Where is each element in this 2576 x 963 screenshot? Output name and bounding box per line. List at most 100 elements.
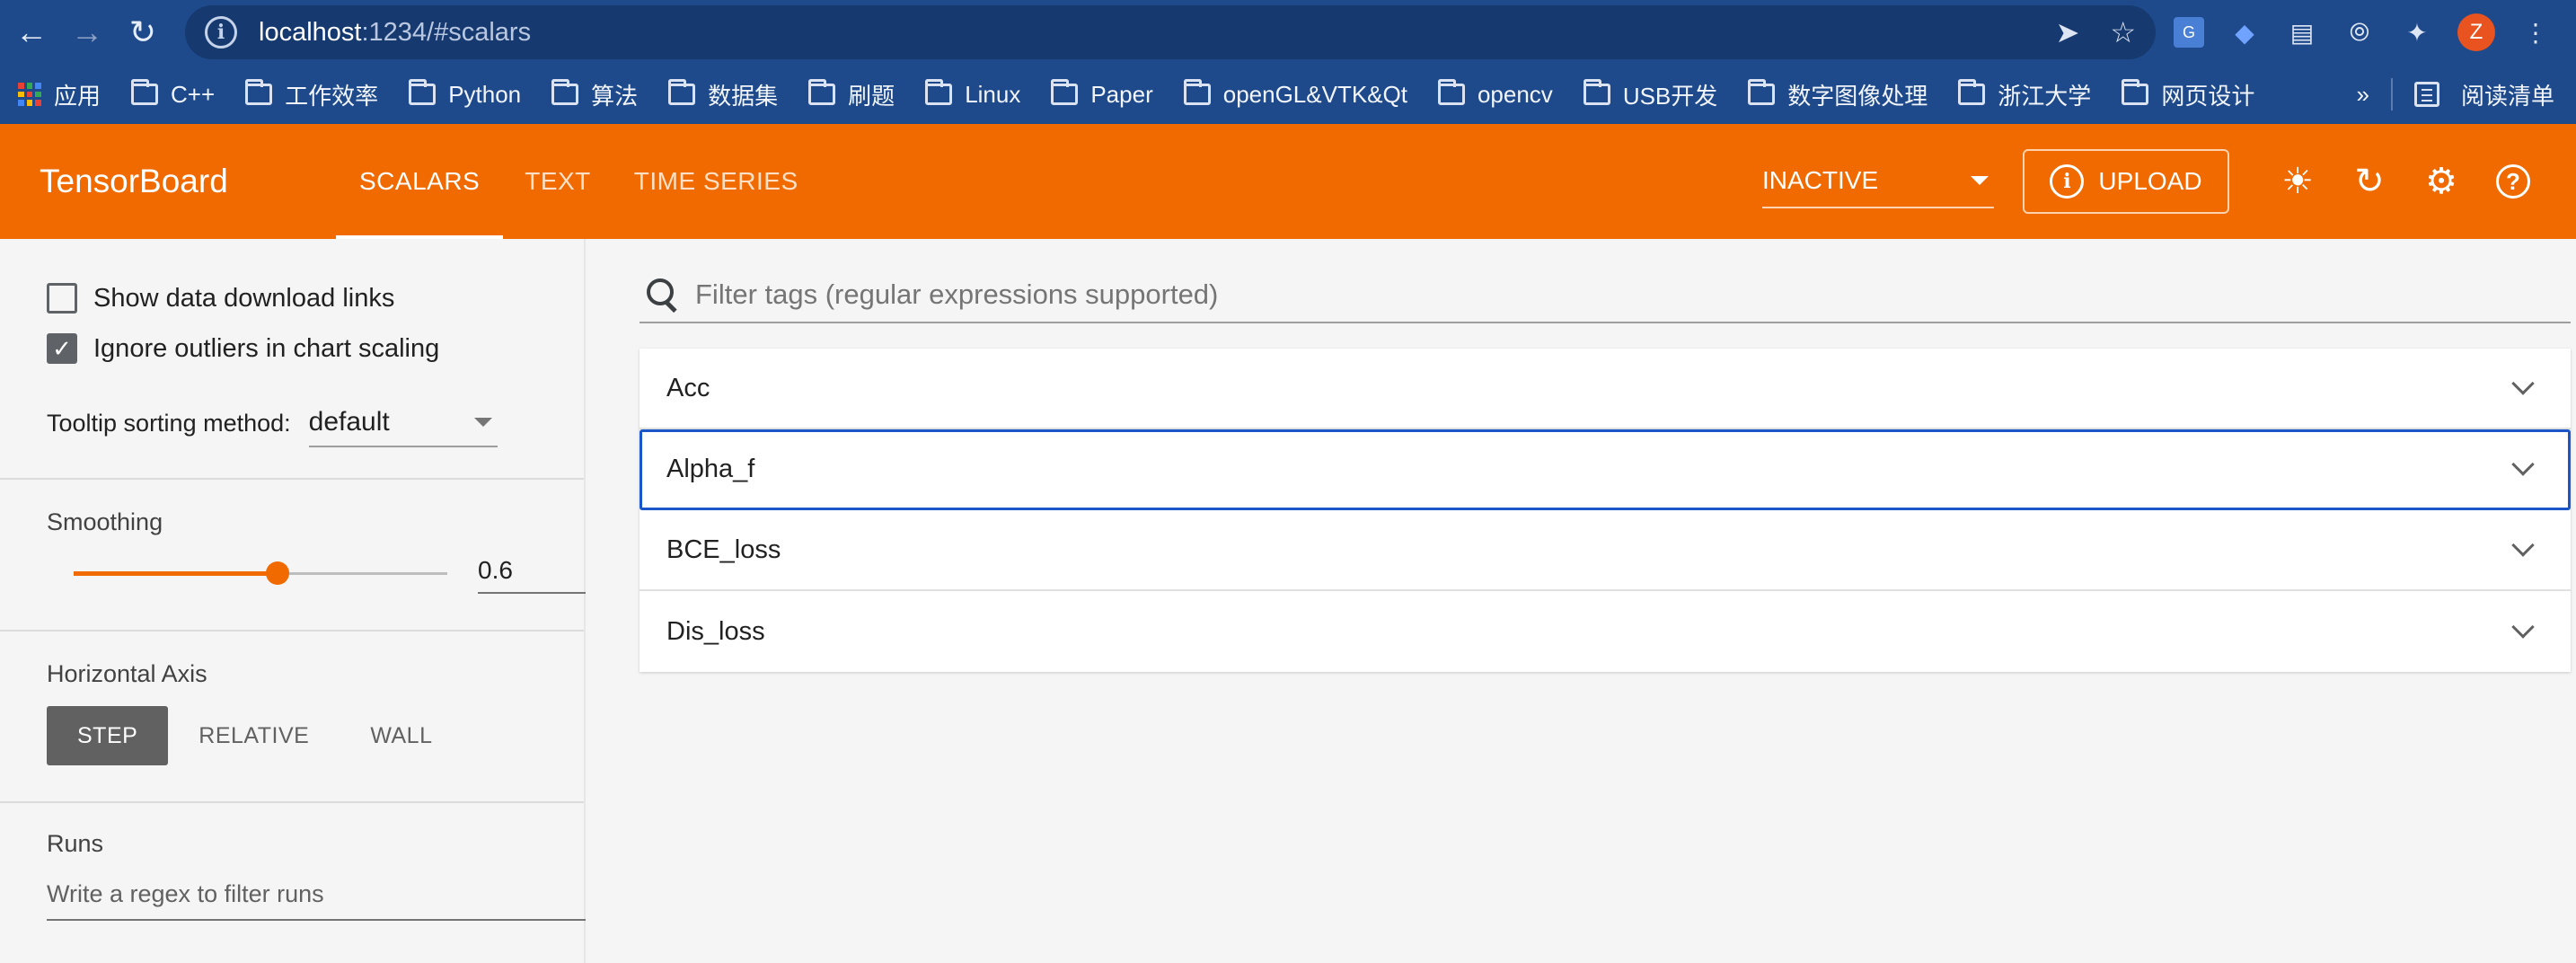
- forward-arrow-icon[interactable]: →: [59, 4, 115, 60]
- url-text[interactable]: localhost:1234/#scalars: [259, 18, 531, 48]
- help-icon[interactable]: ?: [2477, 146, 2549, 217]
- bookmark-label: openGL&VTK&Qt: [1222, 80, 1407, 108]
- address-bar-row: ← → ↻ i localhost:1234/#scalars ➤ ☆ G ◆ …: [0, 0, 2576, 65]
- show-download-links-checkbox[interactable]: [47, 283, 77, 314]
- tab-text[interactable]: TEXT: [503, 124, 613, 239]
- slider-fill: [74, 571, 278, 576]
- show-download-links-label: Show data download links: [93, 283, 395, 313]
- runs-section: Runs Write a regex to filter runs: [0, 803, 586, 921]
- bookmark-folder[interactable]: C++: [131, 79, 215, 109]
- browser-chrome: ← → ↻ i localhost:1234/#scalars ➤ ☆ G ◆ …: [0, 0, 2576, 124]
- smoothing-value-input[interactable]: 0.6: [478, 549, 586, 594]
- bookmark-folder[interactable]: 网页设计: [2122, 78, 2254, 111]
- back-arrow-icon[interactable]: ←: [4, 4, 59, 60]
- bookmark-folder[interactable]: 数字图像处理: [1748, 78, 1928, 111]
- upload-button[interactable]: i UPLOAD: [2023, 149, 2229, 214]
- brand-title[interactable]: TensorBoard: [40, 163, 300, 200]
- tag-group-bce-loss[interactable]: BCE_loss: [640, 510, 2571, 591]
- horizontal-axis-title: Horizontal Axis: [47, 660, 207, 687]
- bookmark-folder[interactable]: USB开发: [1583, 78, 1718, 111]
- display-options-section: Show data download links ✓ Ignore outlie…: [0, 239, 584, 480]
- tooltip-sorting-select[interactable]: default: [308, 399, 498, 447]
- chevron-down-icon[interactable]: [2511, 615, 2535, 639]
- bookmark-label: 网页设计: [2161, 82, 2255, 110]
- tooltip-sorting-row: Tooltip sorting method: default: [47, 392, 584, 455]
- folder-icon: [131, 79, 159, 105]
- browser-menu-icon[interactable]: ⋮: [2519, 15, 2553, 49]
- show-download-links-row[interactable]: Show data download links: [47, 273, 584, 323]
- upload-label: UPLOAD: [2098, 167, 2202, 195]
- chevron-down-icon[interactable]: [2511, 534, 2535, 557]
- folder-icon: [1051, 79, 1079, 105]
- extension-card-icon[interactable]: ▤: [2285, 15, 2319, 49]
- more-bookmarks-button[interactable]: »: [2357, 81, 2369, 109]
- tag-group-label: BCE_loss: [666, 535, 781, 564]
- bookmark-folder[interactable]: 数据集: [668, 78, 778, 111]
- tab-scalars[interactable]: SCALARS: [336, 124, 504, 239]
- bookmarks-bar: 应用 C++ 工作效率 Python 算法 数据集 刷题 Linux Paper…: [0, 65, 2576, 124]
- bookmark-label: 刷题: [848, 82, 895, 110]
- bookmark-folder[interactable]: openGL&VTK&Qt: [1183, 79, 1407, 109]
- info-icon: i: [2050, 164, 2085, 199]
- tag-group-dis-loss[interactable]: Dis_loss: [640, 591, 2571, 672]
- bookmark-folder[interactable]: 浙江大学: [1958, 78, 2091, 111]
- bookmark-apps[interactable]: 应用: [18, 78, 101, 111]
- axis-option-wall[interactable]: WALL: [340, 706, 463, 765]
- ignore-outliers-checkbox[interactable]: ✓: [47, 333, 77, 364]
- dashboard-tabs: SCALARS TEXT TIME SERIES: [300, 124, 820, 239]
- omnibox-actions: ➤ ☆: [2056, 5, 2137, 59]
- tag-group-label: Dis_loss: [666, 616, 765, 646]
- omnibox[interactable]: i localhost:1234/#scalars ➤ ☆: [185, 5, 2156, 59]
- smoothing-slider[interactable]: 0.6: [47, 536, 586, 608]
- tag-group-label: Alpha_f: [666, 454, 755, 483]
- bookmark-folder[interactable]: Python: [409, 79, 521, 109]
- tag-group-acc[interactable]: Acc: [640, 349, 2571, 429]
- bookmark-label: USB开发: [1622, 82, 1718, 110]
- bookmarks-divider: [2390, 78, 2393, 110]
- bookmark-label: 工作效率: [285, 82, 379, 110]
- send-icon[interactable]: ➤: [2056, 15, 2080, 49]
- axis-option-relative[interactable]: RELATIVE: [168, 706, 340, 765]
- bookmark-label: 算法: [591, 82, 639, 110]
- caret-down-icon: [1971, 176, 1989, 185]
- slider-thumb[interactable]: [266, 561, 289, 585]
- extensions-puzzle-icon[interactable]: ✦: [2400, 15, 2434, 49]
- translate-extension-icon[interactable]: G: [2174, 17, 2204, 48]
- bookmark-folder[interactable]: Linux: [925, 79, 1020, 109]
- bookmark-star-icon[interactable]: ☆: [2110, 15, 2136, 49]
- profile-avatar[interactable]: Z: [2457, 13, 2495, 51]
- tab-time-series[interactable]: TIME SERIES: [613, 124, 820, 239]
- bookmark-folder[interactable]: Paper: [1051, 79, 1153, 109]
- bookmark-folder[interactable]: 刷题: [808, 78, 895, 111]
- runs-filter-input[interactable]: Write a regex to filter runs: [47, 869, 586, 921]
- reading-list-button[interactable]: 阅读清单: [2461, 78, 2554, 111]
- extension-drop-icon[interactable]: ◆: [2228, 15, 2262, 49]
- folder-icon: [1583, 79, 1610, 105]
- horizontal-axis-section: Horizontal Axis STEP RELATIVE WALL: [0, 632, 584, 803]
- bookmark-folder[interactable]: 算法: [551, 78, 638, 111]
- reload-data-icon[interactable]: ↻: [2333, 146, 2405, 217]
- horizontal-axis-toggle: STEP RELATIVE WALL: [47, 706, 584, 765]
- settings-sidebar: Show data download links ✓ Ignore outlie…: [0, 239, 586, 963]
- url-path: :1234/#scalars: [361, 17, 532, 47]
- settings-gear-icon[interactable]: ⚙: [2405, 146, 2477, 217]
- bookmark-folder[interactable]: opencv: [1437, 79, 1553, 109]
- site-info-icon[interactable]: i: [205, 16, 237, 49]
- reading-list-icon[interactable]: [2413, 82, 2439, 107]
- extension-compass-icon[interactable]: ⦾: [2342, 15, 2377, 49]
- apps-grid-icon: [18, 83, 41, 106]
- runs-title: Runs: [47, 830, 104, 857]
- chevron-down-icon[interactable]: [2511, 453, 2535, 476]
- reload-icon[interactable]: ↻: [115, 4, 171, 60]
- smoothing-section: Smoothing 0.6: [0, 480, 586, 632]
- axis-option-step[interactable]: STEP: [47, 706, 169, 765]
- tag-filter-field[interactable]: Filter tags (regular expressions support…: [640, 268, 2571, 323]
- chevron-down-icon[interactable]: [2511, 372, 2535, 395]
- tag-group-alpha-f[interactable]: Alpha_f: [640, 429, 2571, 510]
- bookmark-label: Paper: [1090, 80, 1153, 108]
- inactive-dashboards-select[interactable]: INACTIVE: [1762, 155, 1994, 208]
- bookmark-folder[interactable]: 工作效率: [245, 78, 378, 111]
- bookmark-label: 数据集: [708, 82, 779, 110]
- ignore-outliers-row[interactable]: ✓ Ignore outliers in chart scaling: [47, 323, 584, 374]
- theme-toggle-sun-icon[interactable]: ☀: [2262, 146, 2333, 217]
